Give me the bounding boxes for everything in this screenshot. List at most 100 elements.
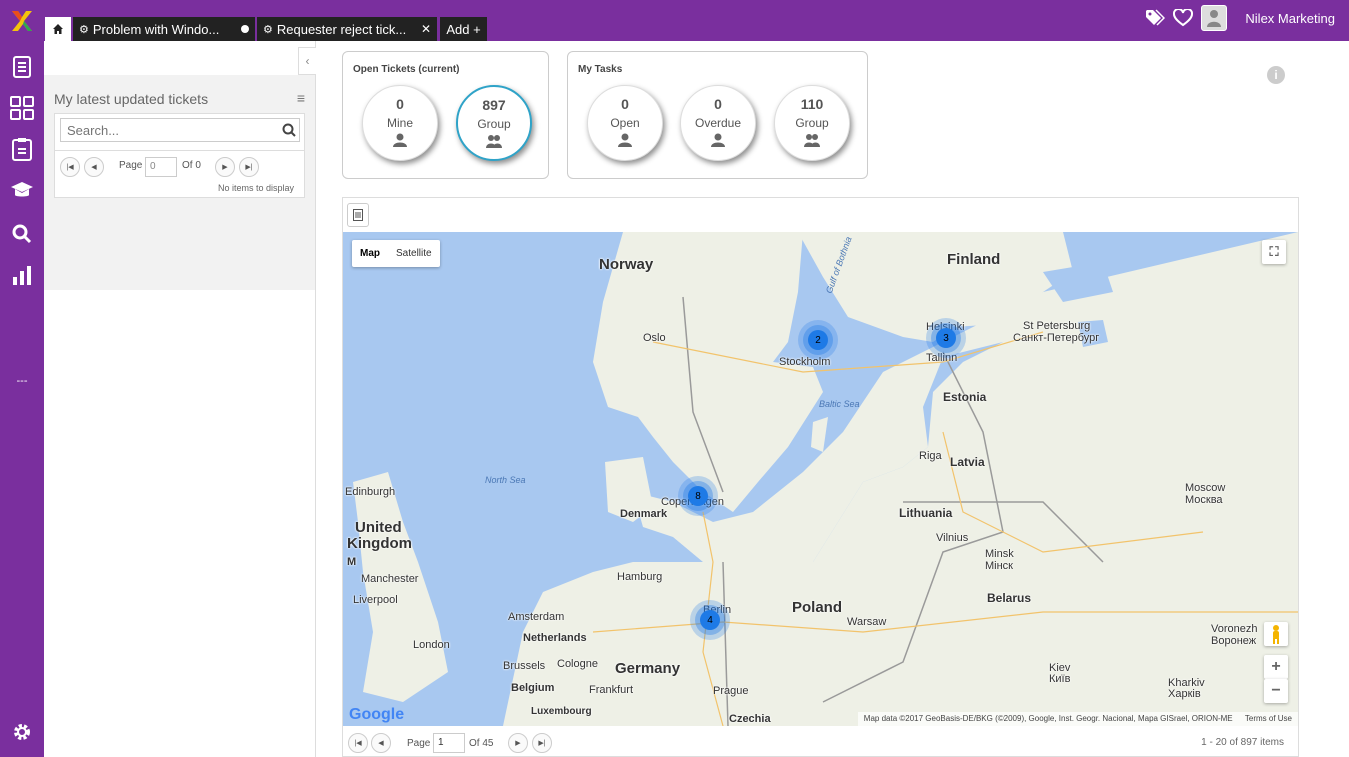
fullscreen-icon[interactable]: ⛶ [1262, 240, 1286, 264]
collapse-panel-button[interactable]: ‹ [298, 47, 316, 75]
tab-home[interactable] [45, 17, 71, 41]
nav-dashboard-icon[interactable] [10, 96, 34, 120]
country-label: Belarus [987, 591, 1032, 605]
country-label: Czechia [729, 713, 771, 725]
city-label: Санкт-Петербург [1013, 332, 1100, 344]
tab-requester-reject[interactable]: ⚙ Requester reject tick... ✕ [257, 17, 437, 41]
city-label: Hamburg [617, 571, 663, 583]
document-icon [353, 209, 363, 221]
zoom-out-button[interactable]: − [1264, 679, 1288, 703]
cluster-count: 4 [700, 610, 720, 630]
tasks-overdue-bubble[interactable]: 0 Overdue [680, 85, 756, 161]
close-tab-icon[interactable]: ✕ [415, 22, 431, 36]
tab-label: Problem with Windo... [92, 21, 220, 37]
home-icon [53, 24, 63, 34]
cluster-count: 2 [808, 330, 828, 350]
nav-graduation-cap-icon[interactable] [10, 179, 34, 203]
country-label: Luxembourg [531, 706, 592, 717]
empty-message: No items to display [217, 183, 294, 193]
tickets-group-bubble[interactable]: 897 Group [456, 85, 532, 161]
latest-tickets-box: |◀ ◀ Page 0 Of 0 ▶ ▶| No items to displa… [54, 113, 305, 198]
ticket-cluster-marker[interactable]: 4 [690, 600, 730, 640]
city-label: Edinburgh [345, 486, 396, 498]
city-label: Харків [1168, 688, 1201, 700]
map-attribution: Map data ©2017 GeoBasis-DE/BKG (©2009), … [857, 712, 1298, 726]
map-type-satellite[interactable]: Satellite [388, 240, 440, 267]
list-view-button[interactable] [347, 203, 369, 227]
city-label: St Petersburg [1023, 320, 1091, 332]
city-label: Riga [919, 450, 942, 462]
heart-icon[interactable] [1173, 9, 1194, 27]
tasks-group-label: Group [795, 116, 829, 130]
next-page-icon[interactable]: ▶ [215, 157, 235, 177]
sea-label: North Sea [485, 475, 526, 485]
zoom-in-button[interactable]: + [1264, 655, 1288, 679]
top-bar: ⚙ Problem with Windo... ⚙ Requester reje… [0, 0, 1349, 41]
ticket-cluster-marker[interactable]: 8 [678, 476, 718, 516]
prev-page-icon[interactable]: ◀ [371, 733, 391, 753]
nav-document-icon[interactable] [10, 55, 34, 79]
city-label: Київ [1049, 673, 1071, 685]
add-tab-button[interactable]: Add + [440, 17, 487, 41]
country-label: Belgium [511, 682, 555, 694]
user-name[interactable]: Nilex Marketing [1235, 11, 1349, 26]
tasks-overdue-label: Overdue [694, 116, 742, 130]
cluster-count: 3 [936, 328, 956, 348]
user-avatar[interactable] [1201, 5, 1228, 31]
page-label: Page [119, 160, 143, 171]
search-icon[interactable] [282, 123, 296, 137]
page-input[interactable]: 1 [433, 733, 465, 753]
map-pager: |◀ ◀ Page 1 Of 45 ▶ ▶| 1 - 20 of 897 ite… [343, 728, 1298, 756]
tickets-mine-label: Mine [386, 116, 413, 130]
cluster-count: 8 [688, 486, 708, 506]
map-type-map[interactable]: Map [352, 240, 388, 267]
tasks-open-bubble[interactable]: 0 Open [587, 85, 663, 161]
nav-divider: --- [16, 375, 28, 387]
ticket-cluster-marker[interactable]: 3 [926, 318, 966, 358]
nilex-logo[interactable] [10, 9, 34, 33]
user-icon [393, 133, 407, 147]
group-icon [486, 135, 502, 148]
next-page-icon[interactable]: ▶ [508, 733, 528, 753]
country-label: Latvia [950, 455, 985, 469]
tasks-overdue-count: 0 [714, 96, 722, 112]
tab-problem[interactable]: ⚙ Problem with Windo... [73, 17, 255, 41]
nav-bar-chart-icon[interactable] [10, 263, 34, 287]
tickets-mine-bubble[interactable]: 0 Mine [362, 85, 438, 161]
info-icon[interactable]: i [1267, 66, 1285, 84]
hamburger-menu-icon[interactable]: ≡ [297, 90, 305, 106]
ticket-cluster-marker[interactable]: 2 [798, 320, 838, 360]
ticket-map[interactable]: Map Satellite ⛶ + − Norway Finland Eston… [343, 232, 1298, 726]
first-page-icon[interactable]: |◀ [60, 157, 80, 177]
terms-of-use-link[interactable]: Terms of Use [1245, 714, 1292, 723]
open-tickets-title: Open Tickets (current) [353, 64, 460, 75]
first-page-icon[interactable]: |◀ [348, 733, 368, 753]
street-view-pegman-icon[interactable] [1264, 622, 1288, 646]
page-of-label: Of 45 [469, 738, 494, 749]
tasks-group-bubble[interactable]: 110 Group [774, 85, 850, 161]
last-page-icon[interactable]: ▶| [239, 157, 259, 177]
prev-page-icon[interactable]: ◀ [84, 157, 104, 177]
country-label: United [355, 519, 402, 536]
ticket-pager: |◀ ◀ Page 0 Of 0 ▶ ▶| No items to displa… [55, 150, 304, 198]
user-icon [711, 133, 725, 147]
tag-icon[interactable] [1145, 9, 1166, 27]
city-label: Manchester [361, 573, 419, 585]
ticket-search-input[interactable] [60, 118, 300, 142]
user-icon [1207, 10, 1222, 27]
nav-search-icon[interactable] [10, 222, 34, 246]
city-label: Brussels [503, 660, 546, 672]
city-label: Cologne [557, 658, 598, 670]
city-label: Prague [713, 685, 749, 697]
tab-label: Requester reject tick... [276, 21, 407, 37]
page-of-label: Of 0 [182, 160, 201, 171]
page-input[interactable]: 0 [145, 157, 177, 177]
country-label: Netherlands [523, 632, 587, 644]
nav-clipboard-icon[interactable] [10, 137, 34, 161]
top-right-actions: Nilex Marketing [1145, 5, 1349, 31]
left-nav: --- [0, 41, 44, 757]
settings-gear-icon[interactable] [10, 720, 34, 744]
country-label: Germany [615, 660, 681, 677]
last-page-icon[interactable]: ▶| [532, 733, 552, 753]
city-label: Москва [1185, 494, 1223, 506]
